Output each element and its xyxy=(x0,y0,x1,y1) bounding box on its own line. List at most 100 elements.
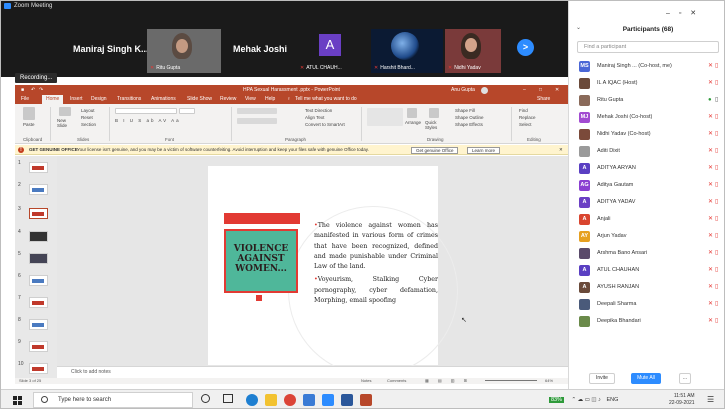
tab-home[interactable]: Home xyxy=(42,95,64,104)
video-tile-harshit[interactable]: ✕ Harshit Bhard... xyxy=(371,29,443,73)
tab-design[interactable]: Design xyxy=(91,95,107,104)
task-view-icon[interactable] xyxy=(223,394,233,403)
mic-muted-icon[interactable]: ✕ xyxy=(708,245,713,262)
redo-icon[interactable]: ↷ xyxy=(39,85,43,95)
minimize-icon[interactable]: – xyxy=(666,10,670,17)
video-off-icon[interactable]: ▯ xyxy=(715,75,718,92)
slide-thumbnail[interactable] xyxy=(29,184,48,195)
mic-muted-icon[interactable]: ✕ xyxy=(708,126,713,143)
store-icon[interactable] xyxy=(303,394,315,406)
select-button[interactable]: Select xyxy=(519,122,532,127)
layout-button[interactable]: Layout xyxy=(81,108,95,113)
maximize-icon[interactable]: □ xyxy=(539,85,542,95)
mic-muted-icon[interactable]: ✕ xyxy=(708,143,713,160)
slide-thumbnail[interactable] xyxy=(29,231,48,242)
participant-row[interactable]: AG Aditya Gautam ✕ ▯ xyxy=(569,177,724,194)
participant-row[interactable]: MJ Mehak Joshi (Co-host) ✕ ▯ xyxy=(569,109,724,126)
zoom-app-icon[interactable] xyxy=(322,394,334,406)
mic-on-icon[interactable]: ● xyxy=(708,92,712,109)
shapes-gallery[interactable] xyxy=(367,108,403,126)
edge-icon[interactable] xyxy=(246,394,258,406)
video-off-icon[interactable]: ▯ xyxy=(715,126,718,143)
participant-row[interactable]: Aditi Dixit ✕ ▯ xyxy=(569,143,724,160)
file-explorer-icon[interactable] xyxy=(265,394,277,406)
new-slide-button[interactable]: New Slide xyxy=(57,118,71,128)
video-on-icon[interactable]: ▯ xyxy=(715,92,718,109)
text-direction-button[interactable]: Text Direction xyxy=(305,108,332,113)
slide-thumbnail[interactable] xyxy=(29,275,48,286)
taskbar-search-input[interactable]: Type here to search xyxy=(33,392,193,408)
tab-slide-show[interactable]: Slide Show xyxy=(187,95,212,104)
slide-thumbnail[interactable] xyxy=(29,297,48,308)
video-off-icon[interactable]: ▯ xyxy=(715,296,718,313)
slide-thumbnail[interactable] xyxy=(29,341,48,352)
language-indicator[interactable]: ENG xyxy=(606,397,618,403)
mic-muted-icon[interactable]: ✕ xyxy=(708,58,713,75)
close-icon[interactable]: ✕ xyxy=(690,10,696,17)
more-button[interactable]: ... xyxy=(679,373,691,384)
invite-button[interactable]: Invite xyxy=(589,373,615,384)
chevron-right-icon[interactable]: > xyxy=(517,39,534,56)
tab-view[interactable]: View xyxy=(245,95,256,104)
save-icon[interactable]: ■ xyxy=(21,85,24,95)
mic-muted-icon[interactable]: ✕ xyxy=(708,296,713,313)
arrange-icon[interactable] xyxy=(407,108,417,118)
tab-review[interactable]: Review xyxy=(220,95,236,104)
font-size-select[interactable] xyxy=(179,108,195,114)
replace-button[interactable]: Replace xyxy=(519,115,536,120)
participant-row[interactable]: MS Maniraj Singh ... (Co-host, me) ✕ ▯ xyxy=(569,58,724,75)
new-slide-icon[interactable] xyxy=(59,107,71,116)
bullets-icon[interactable] xyxy=(237,108,277,114)
zoom-slider[interactable] xyxy=(485,380,537,381)
notifications-icon[interactable]: ☰ xyxy=(707,395,714,404)
participant-row[interactable]: A ADITYA YADAV ✕ ▯ xyxy=(569,194,724,211)
paste-icon[interactable] xyxy=(23,107,35,120)
powerpoint-icon[interactable] xyxy=(360,394,372,406)
comments-button[interactable]: Comments xyxy=(387,378,406,384)
tab-insert[interactable]: Insert xyxy=(70,95,83,104)
video-off-icon[interactable]: ▯ xyxy=(715,58,718,75)
video-off-icon[interactable]: ▯ xyxy=(715,143,718,160)
close-icon[interactable]: ✕ xyxy=(555,85,559,95)
video-off-icon[interactable]: ▯ xyxy=(715,109,718,126)
video-tile-ritu[interactable]: ✕ Ritu Gupta xyxy=(147,29,221,73)
slide-thumbnail[interactable] xyxy=(29,319,48,330)
mic-muted-icon[interactable]: ✕ xyxy=(708,313,713,330)
alignment-icon[interactable] xyxy=(237,118,277,124)
participant-row[interactable]: Deepika Bhandari ✕ ▯ xyxy=(569,313,724,330)
shape-effects-button[interactable]: Shape Effects xyxy=(455,122,483,127)
maximize-icon[interactable]: ▫ xyxy=(679,10,681,17)
tab-transitions[interactable]: Transitions xyxy=(117,95,141,104)
clock[interactable]: 11:51 AM 22-09-2021 xyxy=(669,393,695,407)
participant-row[interactable]: A ADITYA ARYAN ✕ ▯ xyxy=(569,160,724,177)
current-slide[interactable]: VIOLENCE AGAINST WOMEN... •The violence … xyxy=(208,166,458,376)
user-avatar[interactable] xyxy=(481,87,488,94)
mic-muted-icon[interactable]: ✕ xyxy=(708,177,713,194)
tell-me-search[interactable]: Tell me what you want to do xyxy=(295,95,357,104)
mic-muted-icon[interactable]: ✕ xyxy=(708,194,713,211)
slide-thumbnail-selected[interactable] xyxy=(29,208,48,219)
notes-pane[interactable]: Click to add notes xyxy=(57,366,568,378)
shape-outline-button[interactable]: Shape Outline xyxy=(455,115,484,120)
mic-muted-icon[interactable]: ✕ xyxy=(708,279,713,296)
font-format-buttons[interactable]: B I U S ab AV Aa xyxy=(115,118,181,123)
video-off-icon[interactable]: ▯ xyxy=(715,313,718,330)
section-button[interactable]: Section xyxy=(81,122,96,127)
participant-row[interactable]: Ritu Gupta ● ▯ xyxy=(569,92,724,109)
video-tile-nidhi[interactable]: ✕ Nidhi Yadav xyxy=(445,29,501,73)
video-off-icon[interactable]: ▯ xyxy=(715,194,718,211)
zoom-level[interactable]: 64% xyxy=(545,378,553,384)
font-name-select[interactable] xyxy=(115,108,177,114)
participant-row[interactable]: Deepali Sharma ✕ ▯ xyxy=(569,296,724,313)
shape-fill-button[interactable]: Shape Fill xyxy=(455,108,475,113)
video-tile-atul[interactable]: A ✕ ATUL CHAUH... xyxy=(297,29,367,73)
participant-row[interactable]: Nidhi Yadav (Co-host) ✕ ▯ xyxy=(569,126,724,143)
view-buttons[interactable]: ▦ ▤ ▥ ⊞ xyxy=(425,378,471,384)
slide-title-box[interactable]: VIOLENCE AGAINST WOMEN... xyxy=(224,229,298,293)
video-tile-mehak[interactable]: Mehak Joshi xyxy=(221,29,295,73)
tray-icons[interactable]: ⌃ ☁ ▭ ◫ ♪ xyxy=(572,397,601,403)
video-off-icon[interactable]: ▯ xyxy=(715,262,718,279)
windows-start-icon[interactable] xyxy=(13,396,22,405)
notes-button[interactable]: Notes xyxy=(361,378,371,384)
arrange-button[interactable]: Arrange xyxy=(405,120,421,125)
